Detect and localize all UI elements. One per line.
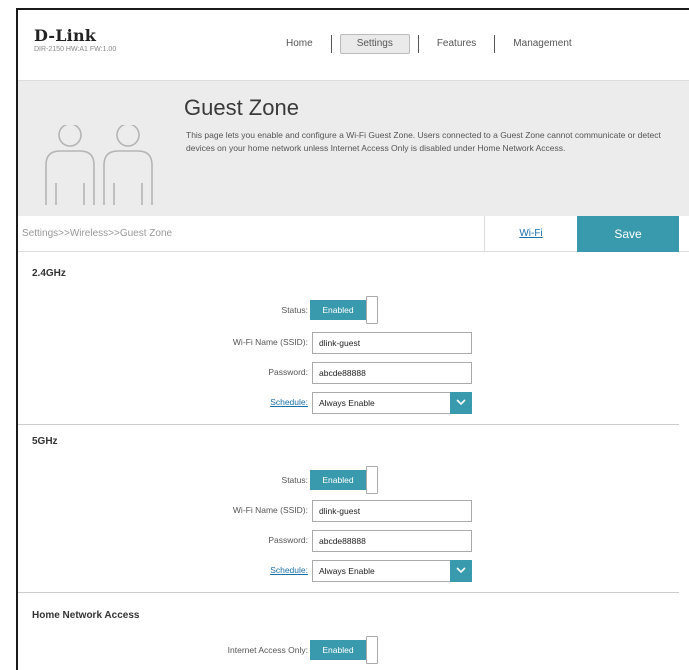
model-info: DIR-2150 HW:A1 FW:1.00 [34,46,117,53]
nav-features[interactable]: Features [419,32,494,56]
status-row-5ghz: Status: Enabled [18,466,679,494]
ssid-label: Wi-Fi Name (SSID): [232,337,308,347]
internet-only-toggle[interactable]: Enabled [310,636,384,664]
breadcrumb: Settings>>Wireless>>Guest Zone [22,228,173,239]
status-toggle-5ghz[interactable]: Enabled [310,466,384,494]
page-header: Guest Zone This page lets you enable and… [18,80,689,216]
router-admin-window: D-Link DIR-2150 HW:A1 FW:1.00 Home Setti… [16,8,689,670]
nav-settings[interactable]: Settings [339,34,410,54]
password-label: Password: [268,535,308,545]
internet-only-label: Internet Access Only: [227,645,308,655]
ssid-row-24ghz: Wi-Fi Name (SSID): dlink-guest [18,332,679,354]
schedule-link-5ghz[interactable]: Schedule: [270,565,308,575]
schedule-value: Always Enable [319,398,375,408]
ssid-label: Wi-Fi Name (SSID): [232,505,308,515]
status-toggle-24ghz[interactable]: Enabled [310,296,384,324]
schedule-row-24ghz: Schedule: Always Enable [18,392,679,414]
status-row-24ghz: Status: Enabled [18,296,679,324]
toggle-knob[interactable] [366,466,378,494]
schedule-select-24ghz[interactable]: Always Enable [312,392,472,414]
users-icon [45,125,153,205]
save-button[interactable]: Save [577,216,679,252]
password-row-24ghz: Password: abcde88888 [18,362,679,384]
password-row-5ghz: Password: abcde88888 [18,530,679,552]
breadcrumb-bar: Settings>>Wireless>>Guest Zone Wi-Fi Sav… [18,216,689,252]
ssid-row-5ghz: Wi-Fi Name (SSID): dlink-guest [18,500,679,522]
toggle-knob[interactable] [366,296,378,324]
section-title-home-network: Home Network Access [32,610,140,621]
page-description: This page lets you enable and configure … [186,130,661,153]
section-divider [18,424,679,425]
page-title: Guest Zone [184,95,299,120]
status-label: Status: [281,475,308,485]
schedule-link-24ghz[interactable]: Schedule: [270,397,308,407]
password-label: Password: [268,367,308,377]
schedule-select-5ghz[interactable]: Always Enable [312,560,472,582]
dlink-logo[interactable]: D-Link [34,26,96,45]
ssid-input-24ghz[interactable]: dlink-guest [312,332,472,354]
password-input-5ghz[interactable]: abcde88888 [312,530,472,552]
nav-home[interactable]: Home [268,32,331,56]
ssid-input-5ghz[interactable]: dlink-guest [312,500,472,522]
wifi-link[interactable]: Wi-Fi [484,216,577,252]
top-bar: D-Link DIR-2150 HW:A1 FW:1.00 Home Setti… [18,10,689,74]
schedule-value: Always Enable [319,566,375,576]
nav-management[interactable]: Management [495,32,589,56]
toggle-state: Enabled [310,300,366,320]
section-divider [18,592,679,593]
password-input-24ghz[interactable]: abcde88888 [312,362,472,384]
chevron-down-icon[interactable] [450,560,472,582]
section-title-5ghz: 5GHz [32,436,58,447]
toggle-state: Enabled [310,640,366,660]
toggle-state: Enabled [310,470,366,490]
status-label: Status: [281,305,308,315]
nav-divider [330,35,332,53]
chevron-down-icon[interactable] [450,392,472,414]
main-nav: Home Settings Features Management [268,32,590,56]
schedule-row-5ghz: Schedule: Always Enable [18,560,679,582]
section-title-24ghz: 2.4GHz [32,268,66,279]
internet-only-row: Internet Access Only: Enabled [18,636,679,664]
toggle-knob[interactable] [366,636,378,664]
